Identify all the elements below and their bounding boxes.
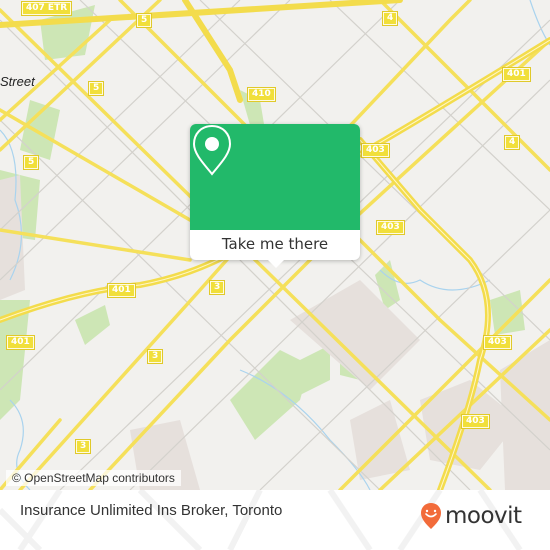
highway-shield-403: 403 bbox=[461, 414, 490, 429]
highway-shield-401: 401 bbox=[107, 283, 136, 298]
popup-header bbox=[190, 124, 360, 230]
highway-shield-410: 410 bbox=[247, 87, 276, 102]
brand-name: moovit bbox=[445, 503, 522, 529]
moovit-smile-pin-icon bbox=[421, 503, 441, 529]
place-title: Insurance Unlimited Ins Broker, Toronto bbox=[20, 502, 283, 519]
highway-shield-5: 5 bbox=[87, 81, 105, 96]
map-view[interactable]: 407 ETR 5 5 5 4 4 401 401 401 410 403 40… bbox=[0, 0, 550, 490]
highway-shield-401: 401 bbox=[6, 335, 35, 350]
highway-shield-3: 3 bbox=[146, 349, 164, 364]
place-label: Street bbox=[0, 74, 35, 89]
highway-shield-4: 4 bbox=[503, 135, 521, 150]
popup-pointer bbox=[268, 260, 284, 268]
highway-shield-3: 3 bbox=[208, 280, 226, 295]
take-me-there-button[interactable]: Take me there bbox=[190, 230, 360, 260]
highway-shield-4: 4 bbox=[381, 11, 399, 26]
map-attribution[interactable]: © OpenStreetMap contributors bbox=[6, 470, 181, 486]
highway-shield-403: 403 bbox=[483, 335, 512, 350]
footer: Insurance Unlimited Ins Broker, Toronto … bbox=[0, 490, 550, 550]
highway-shield-401: 401 bbox=[502, 67, 531, 82]
moovit-logo[interactable]: moovit bbox=[420, 502, 522, 530]
highway-shield-5: 5 bbox=[22, 155, 40, 170]
highway-shield-407-etr: 407 ETR bbox=[20, 1, 73, 16]
highway-shield-5: 5 bbox=[135, 13, 153, 28]
highway-shield-3: 3 bbox=[74, 439, 92, 454]
highway-shield-403: 403 bbox=[361, 143, 390, 158]
location-popup: Take me there bbox=[190, 124, 360, 268]
map-pin-icon bbox=[192, 124, 232, 176]
highway-shield-403: 403 bbox=[376, 220, 405, 235]
